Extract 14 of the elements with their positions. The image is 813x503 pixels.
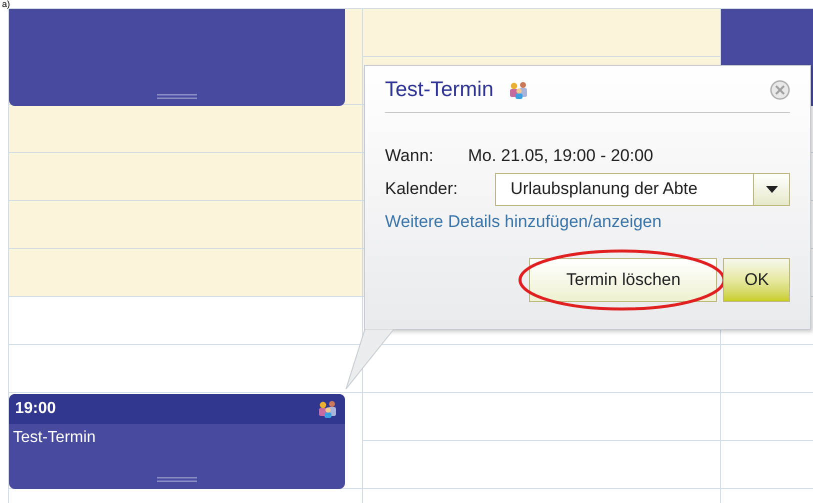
when-label: Wann: bbox=[385, 145, 435, 167]
calendar-label: Kalender: bbox=[385, 178, 459, 200]
details-link[interactable]: Weitere Details hinzufügen/anzeigen bbox=[385, 208, 790, 234]
dropdown-arrow-icon bbox=[766, 186, 778, 192]
delete-button[interactable]: Termin löschen bbox=[529, 258, 718, 302]
popup-title: Test-Termin bbox=[385, 77, 494, 104]
resize-handle-icon[interactable] bbox=[157, 477, 197, 483]
event-time: 19:00 bbox=[15, 399, 56, 419]
event-title: Test-Termin bbox=[13, 429, 96, 446]
figure-label: a) bbox=[2, 0, 10, 8]
resize-handle-icon[interactable] bbox=[157, 94, 197, 100]
when-value: Mo. 21.05, 19:00 - 20:00 bbox=[468, 145, 654, 167]
calendar-select[interactable]: Urlaubsplanung der Abte bbox=[495, 172, 790, 206]
ok-button[interactable]: OK bbox=[723, 258, 790, 302]
